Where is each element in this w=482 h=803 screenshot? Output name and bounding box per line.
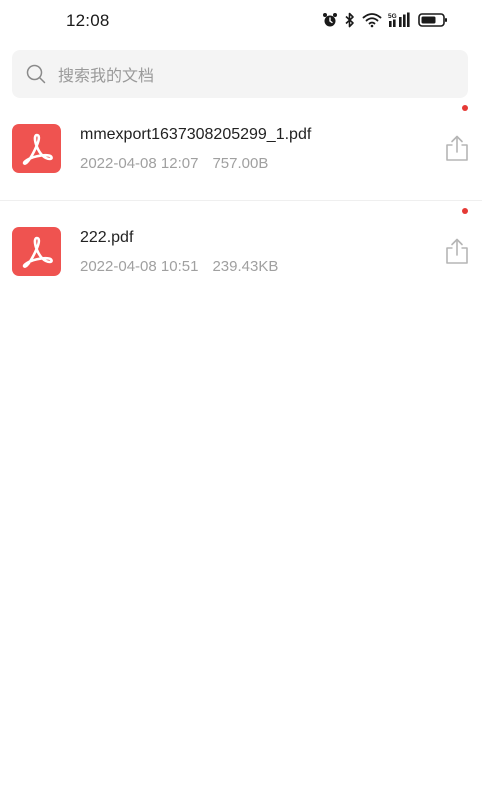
list-item[interactable]: mmexport1637308205299_1.pdf 2022-04-08 1…	[0, 98, 482, 201]
unread-dot	[462, 208, 468, 214]
file-size: 757.00B	[212, 155, 269, 172]
status-icons: 5G	[322, 11, 448, 29]
wifi-icon	[362, 12, 382, 28]
share-button[interactable]	[444, 134, 470, 162]
network-type-label: 5G	[388, 13, 397, 20]
file-name: mmexport1637308205299_1.pdf	[80, 126, 312, 143]
bluetooth-icon	[344, 12, 356, 28]
search-input[interactable]: 搜索我的文档	[12, 50, 468, 98]
status-bar: 12:08 5G	[0, 0, 482, 40]
5g-signal-icon: 5G	[388, 12, 412, 28]
battery-icon	[418, 12, 448, 28]
share-button[interactable]	[444, 237, 470, 265]
file-name: 222.pdf	[80, 229, 134, 246]
share-icon	[446, 238, 468, 264]
pdf-file-icon	[12, 227, 61, 276]
status-time: 12:08	[66, 11, 110, 30]
unread-dot	[462, 105, 468, 111]
search-placeholder: 搜索我的文档	[58, 68, 155, 85]
file-date: 2022-04-08 12:07	[80, 155, 199, 172]
share-icon	[446, 135, 468, 161]
file-size: 239.43KB	[212, 258, 279, 275]
file-list: mmexport1637308205299_1.pdf 2022-04-08 1…	[0, 98, 482, 303]
file-date: 2022-04-08 10:51	[80, 258, 199, 275]
search-icon	[26, 64, 46, 84]
alarm-icon	[322, 12, 338, 28]
document-list-screen: 12:08 5G 搜索我的文档 mmexport1637308205299_1.…	[0, 0, 482, 803]
file-meta: 2022-04-08 10:51 239.43KB	[80, 258, 278, 275]
file-meta: 2022-04-08 12:07 757.00B	[80, 155, 268, 172]
pdf-file-icon	[12, 124, 61, 173]
list-item[interactable]: 222.pdf 2022-04-08 10:51 239.43KB	[0, 201, 482, 303]
